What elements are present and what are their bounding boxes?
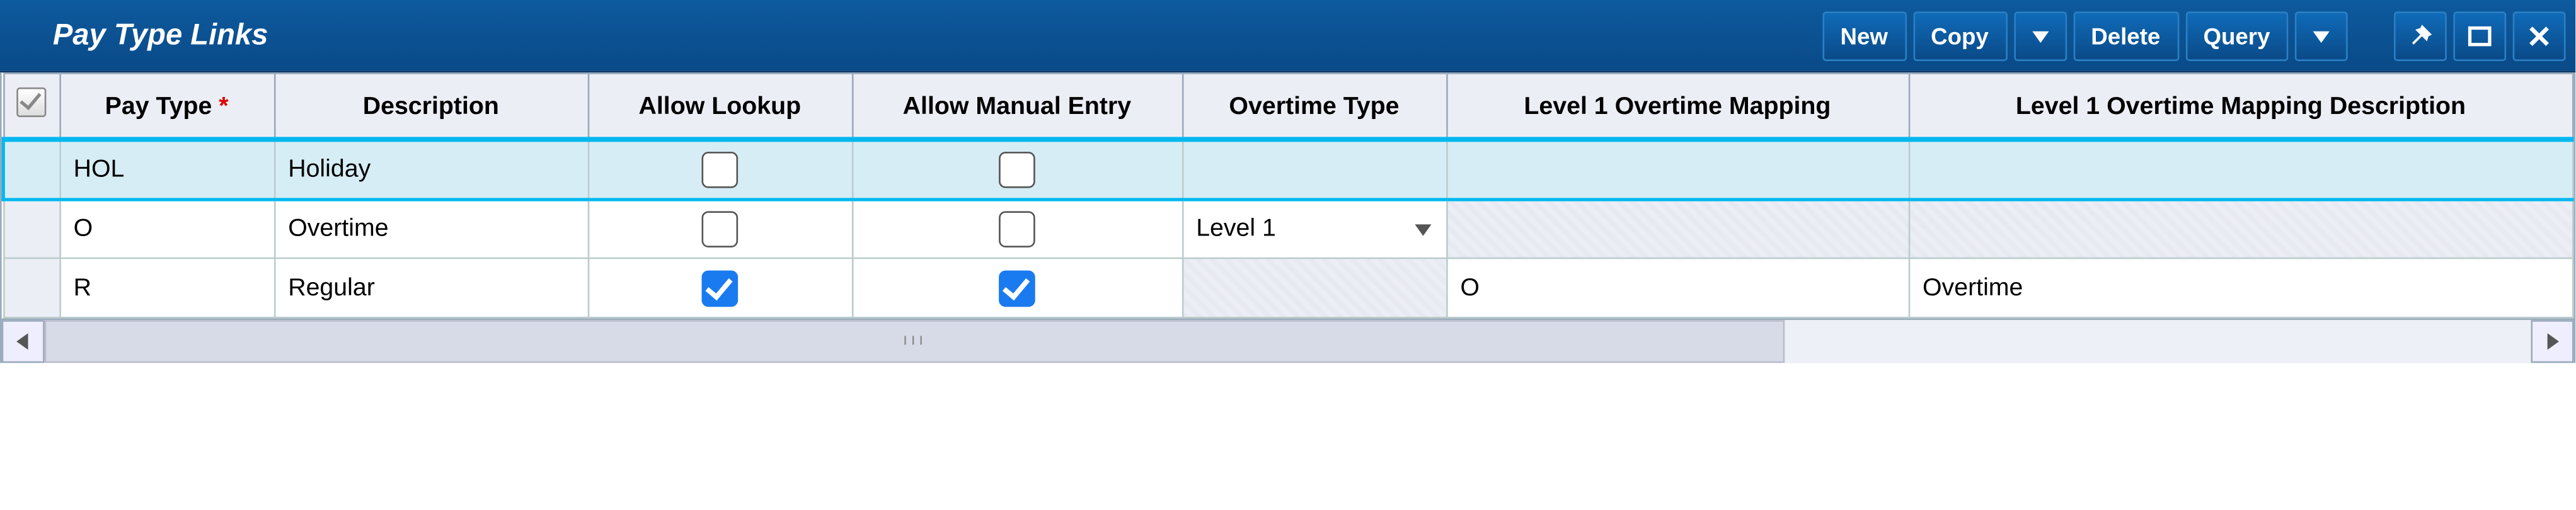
- delete-button[interactable]: Delete: [2073, 11, 2178, 60]
- cell-overtime-type[interactable]: Level 1: [1182, 199, 1446, 258]
- copy-dropdown-button[interactable]: [2013, 11, 2066, 60]
- triangle-down-icon: [2311, 26, 2331, 45]
- panel-header: Pay Type Links New Copy Delete Query: [0, 0, 2575, 72]
- horizontal-scrollbar[interactable]: ııı: [2, 319, 2574, 361]
- cell-allow-manual-entry[interactable]: [852, 258, 1182, 317]
- cell-allow-manual-entry[interactable]: [852, 139, 1182, 198]
- cell-pay-type[interactable]: R: [59, 258, 274, 317]
- table-row[interactable]: HOLHoliday: [3, 139, 2573, 198]
- pay-type-table: Pay Type * Description Allow Lookup Allo…: [2, 72, 2574, 318]
- col-description[interactable]: Description: [274, 74, 588, 140]
- table-header-row: Pay Type * Description Allow Lookup Allo…: [3, 74, 2573, 140]
- cell-pay-type[interactable]: HOL: [59, 139, 274, 198]
- panel-title: Pay Type Links: [53, 18, 268, 53]
- maximize-icon: [2466, 22, 2493, 48]
- pin-icon: [2407, 22, 2434, 48]
- pin-button[interactable]: [2394, 11, 2447, 60]
- cell-allow-lookup[interactable]: [588, 139, 852, 198]
- cell-l1-mapping-desc[interactable]: [1909, 139, 2573, 198]
- header-actions: New Copy Delete Query: [1822, 11, 2566, 60]
- checkbox[interactable]: [999, 151, 1035, 188]
- checkbox[interactable]: [999, 211, 1035, 247]
- col-pay-type[interactable]: Pay Type *: [59, 74, 274, 140]
- new-button[interactable]: New: [1822, 11, 1906, 60]
- cell-allow-lookup[interactable]: [588, 199, 852, 258]
- close-button[interactable]: [2513, 11, 2566, 60]
- scroll-thumb[interactable]: ııı: [45, 319, 1785, 362]
- checkbox-icon: [16, 88, 46, 117]
- cell-overtime-type[interactable]: [1182, 258, 1446, 317]
- cell-l1-mapping-desc[interactable]: Overtime: [1909, 258, 2573, 317]
- triangle-right-icon: [2544, 331, 2560, 350]
- dropdown-value: Level 1: [1196, 215, 1276, 243]
- cell-l1-mapping[interactable]: [1446, 199, 1909, 258]
- row-selector[interactable]: [3, 258, 59, 317]
- cell-description[interactable]: Holiday: [274, 139, 588, 198]
- checkbox[interactable]: [999, 269, 1035, 306]
- cell-l1-mapping[interactable]: [1446, 139, 1909, 198]
- triangle-down-icon: [1412, 219, 1432, 239]
- col-l1-mapping[interactable]: Level 1 Overtime Mapping: [1446, 74, 1909, 140]
- query-button[interactable]: Query: [2185, 11, 2289, 60]
- checkbox[interactable]: [702, 269, 739, 306]
- cell-pay-type[interactable]: O: [59, 199, 274, 258]
- scroll-track[interactable]: ııı: [45, 319, 2531, 362]
- query-dropdown-button[interactable]: [2295, 11, 2348, 60]
- col-label: Pay Type: [105, 91, 212, 120]
- cell-l1-mapping[interactable]: O: [1446, 258, 1909, 317]
- table-row[interactable]: OOvertime Level 1: [3, 199, 2573, 258]
- col-allow-lookup[interactable]: Allow Lookup: [588, 74, 852, 140]
- col-l1-mapping-desc[interactable]: Level 1 Overtime Mapping Description: [1909, 74, 2573, 140]
- cell-l1-mapping-desc[interactable]: [1909, 199, 2573, 258]
- required-asterisk: *: [219, 91, 228, 120]
- triangle-left-icon: [15, 331, 32, 350]
- col-allow-manual-entry[interactable]: Allow Manual Entry: [852, 74, 1182, 140]
- scroll-right-button[interactable]: [2531, 319, 2573, 362]
- maximize-button[interactable]: [2453, 11, 2506, 60]
- checkbox[interactable]: [702, 211, 739, 247]
- triangle-down-icon: [2030, 26, 2049, 45]
- select-all-header[interactable]: [3, 74, 59, 140]
- row-selector[interactable]: [3, 199, 59, 258]
- overtime-type-dropdown[interactable]: Level 1: [1196, 215, 1432, 243]
- cell-description[interactable]: Regular: [274, 258, 588, 317]
- table-row[interactable]: RRegular OOvertime: [3, 258, 2573, 317]
- checkbox[interactable]: [702, 151, 739, 188]
- copy-button[interactable]: Copy: [1912, 11, 2006, 60]
- cell-allow-lookup[interactable]: [588, 258, 852, 317]
- cell-overtime-type[interactable]: [1182, 139, 1446, 198]
- grip-icon: ııı: [903, 332, 927, 350]
- col-overtime-type[interactable]: Overtime Type: [1182, 74, 1446, 140]
- row-selector[interactable]: [3, 139, 59, 198]
- grid-panel: Pay Type * Description Allow Lookup Allo…: [0, 72, 2575, 363]
- scroll-left-button[interactable]: [2, 319, 45, 362]
- close-icon: [2526, 22, 2553, 48]
- cell-description[interactable]: Overtime: [274, 199, 588, 258]
- cell-allow-manual-entry[interactable]: [852, 199, 1182, 258]
